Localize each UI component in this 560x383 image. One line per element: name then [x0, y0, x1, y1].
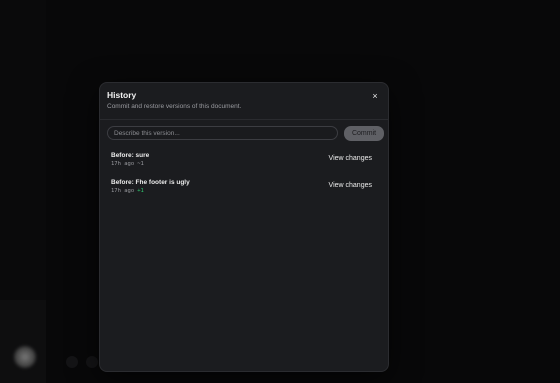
version-title: Before: Fhe footer is ugly: [111, 179, 190, 186]
view-changes-button[interactable]: View changes: [329, 155, 372, 162]
version-time: 17h ago: [111, 188, 135, 194]
version-meta: 17h ago ~1: [111, 161, 144, 167]
close-button[interactable]: ×: [370, 91, 380, 101]
version-list-item: Before: Fhe footer is ugly 17h ago +1 Vie…: [111, 179, 377, 201]
version-meta: 17h ago +1: [111, 188, 144, 194]
dialog-title: History: [107, 90, 137, 100]
commit-button[interactable]: Commit: [344, 126, 384, 141]
version-title: Before: sure: [111, 152, 150, 159]
version-delta: +1: [137, 188, 144, 194]
view-changes-button[interactable]: View changes: [329, 182, 372, 189]
header-divider: [100, 119, 388, 120]
version-delta: ~1: [137, 161, 144, 167]
version-description-input[interactable]: [107, 126, 338, 140]
close-icon: ×: [372, 91, 378, 101]
version-time: 17h ago: [111, 161, 135, 167]
dialog-subtitle: Commit and restore versions of this docu…: [107, 103, 242, 110]
history-dialog: History Commit and restore versions of t…: [99, 82, 389, 372]
version-list-item: Before: sure 17h ago ~1 View changes: [111, 152, 377, 174]
